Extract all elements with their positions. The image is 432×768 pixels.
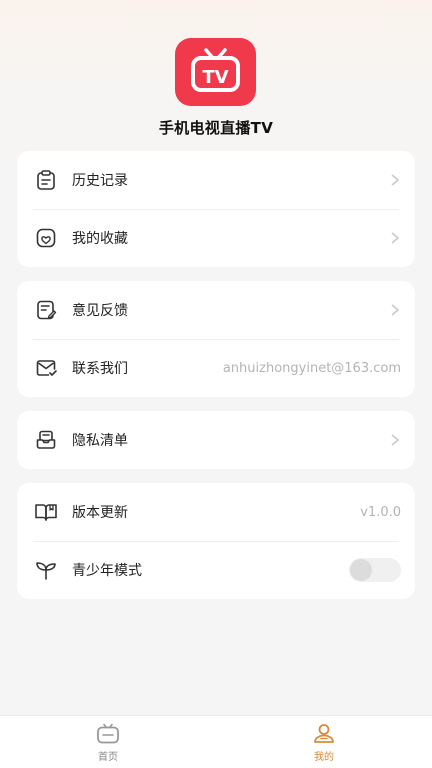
menu-item-teen-mode: 青少年模式 bbox=[17, 541, 415, 599]
menu-item-privacy-list[interactable]: 隐私清单 bbox=[17, 411, 415, 469]
menu-group-app: 版本更新 v1.0.0 青少年模式 bbox=[17, 483, 415, 599]
favorites-icon bbox=[33, 225, 59, 251]
feedback-icon bbox=[33, 297, 59, 323]
version-value: v1.0.0 bbox=[360, 504, 401, 520]
tab-mine[interactable]: 我的 bbox=[216, 716, 432, 768]
menu-item-label: 版本更新 bbox=[72, 505, 128, 521]
bottom-tab-bar: 首页 我的 bbox=[0, 715, 432, 768]
sprout-icon bbox=[33, 557, 59, 583]
menu-item-label: 联系我们 bbox=[72, 361, 128, 377]
menu-item-label: 历史记录 bbox=[72, 173, 128, 189]
menu-item-label: 意见反馈 bbox=[72, 303, 128, 319]
clipboard-icon bbox=[33, 167, 59, 193]
logo-text: TV bbox=[202, 67, 228, 88]
chevron-right-icon bbox=[391, 304, 400, 316]
book-icon bbox=[33, 499, 59, 525]
menu-item-label: 青少年模式 bbox=[72, 563, 142, 579]
menu-item-history[interactable]: 历史记录 bbox=[17, 151, 415, 209]
app-name: 手机电视直播TV bbox=[158, 119, 274, 137]
chevron-right-icon bbox=[391, 434, 400, 446]
menu-group-privacy: 隐私清单 bbox=[17, 411, 415, 469]
menu-item-feedback[interactable]: 意见反馈 bbox=[17, 281, 415, 339]
chevron-right-icon bbox=[391, 174, 400, 186]
menu-item-favorites[interactable]: 我的收藏 bbox=[17, 209, 415, 267]
menu-item-contact[interactable]: 联系我们 anhuizhongyinet@163.com bbox=[17, 339, 415, 397]
toggle-knob bbox=[350, 559, 372, 581]
chevron-right-icon bbox=[391, 232, 400, 244]
tab-home[interactable]: 首页 bbox=[0, 716, 216, 768]
tv-icon bbox=[97, 723, 119, 744]
menu-group-history: 历史记录 我的收藏 bbox=[17, 151, 415, 267]
inbox-icon bbox=[33, 427, 59, 453]
tab-label: 我的 bbox=[314, 752, 334, 763]
user-icon bbox=[314, 724, 334, 743]
app-logo: TV bbox=[175, 38, 256, 106]
profile-header: TV 手机电视直播TV bbox=[0, 0, 432, 148]
mail-icon bbox=[33, 355, 59, 381]
menu-item-version-update[interactable]: 版本更新 v1.0.0 bbox=[17, 483, 415, 541]
contact-email: anhuizhongyinet@163.com bbox=[222, 360, 401, 376]
tv-logo-icon: TV bbox=[191, 48, 240, 92]
tab-label: 首页 bbox=[98, 752, 118, 763]
teen-mode-toggle[interactable] bbox=[349, 558, 401, 582]
menu-item-label: 我的收藏 bbox=[72, 231, 128, 247]
menu-item-label: 隐私清单 bbox=[72, 433, 128, 449]
menu-group-support: 意见反馈 联系我们 anhuizhongyinet@163.com bbox=[17, 281, 415, 397]
